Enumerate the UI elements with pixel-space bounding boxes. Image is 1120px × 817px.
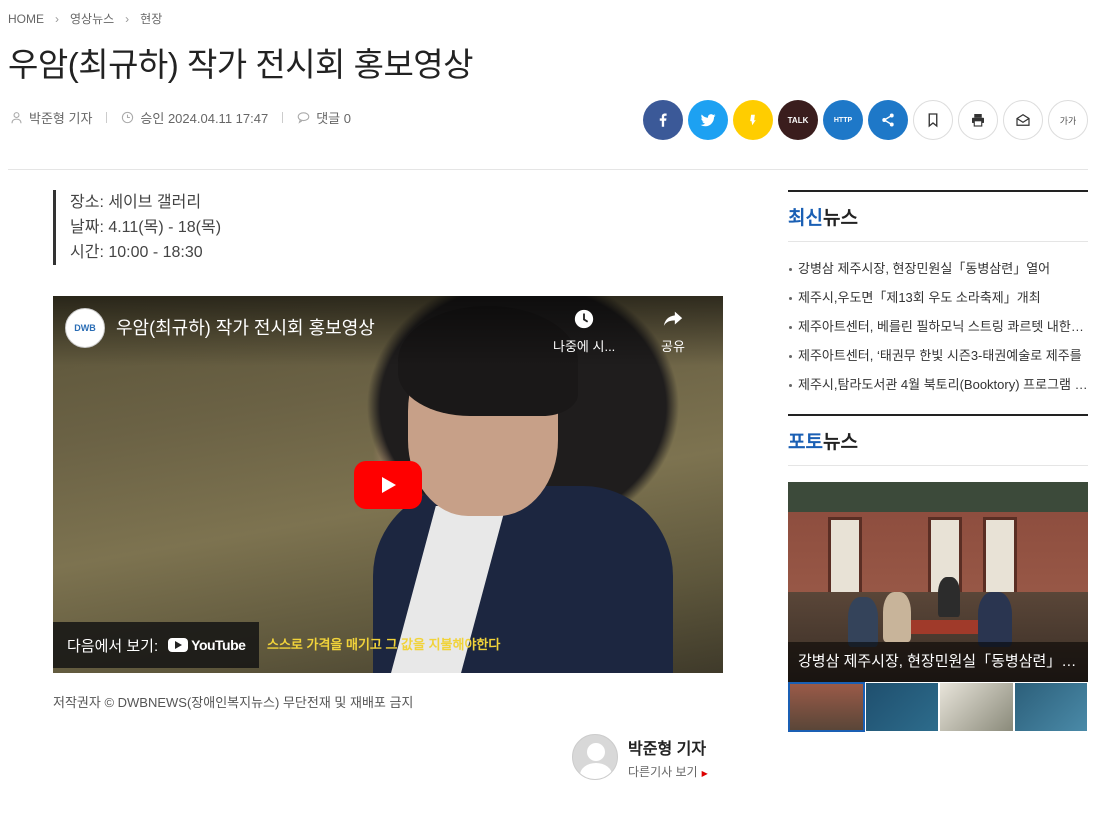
list-item[interactable]: 강병삼 제주시장, 현장민원실「동병삼련」열어: [788, 254, 1088, 283]
photo-thumbnails: [788, 682, 1088, 732]
watch-on-youtube-button[interactable]: 다음에서 보기: YouTube: [53, 622, 260, 668]
print-button[interactable]: [958, 100, 998, 140]
author-meta: 박준형 기자: [10, 108, 92, 127]
youtube-play-icon: [168, 638, 189, 652]
info-time: 시간: 10:00 - 18:30: [70, 244, 203, 261]
mail-icon: [1016, 114, 1030, 126]
latest-news-list: 강병삼 제주시장, 현장민원실「동병삼련」열어 제주시,우도면「제13회 우도 …: [788, 242, 1088, 399]
info-date: 날짜: 4.11(목) - 18(목): [70, 219, 222, 236]
photo-figure: [938, 577, 960, 617]
comment-meta[interactable]: 댓글 0: [297, 108, 351, 127]
reporter-more-label: 다른기사 보기: [628, 764, 698, 779]
list-item[interactable]: 제주아트센터, 베를린 필하모닉 스트링 콰르텟 내한공연: [788, 312, 1088, 341]
video-share-button[interactable]: 공유: [661, 308, 685, 355]
page-title: 우암(최규하) 작가 전시회 홍보영상: [8, 46, 474, 83]
share-arrow-icon: [663, 311, 683, 326]
photo-news-heading-rest: 뉴스: [822, 432, 858, 453]
video-share-label: 공유: [661, 339, 685, 354]
reporter-box: 박준형 기자 다른기사 보기 ▶: [572, 734, 708, 780]
latest-news-section: 최신 뉴스 강병삼 제주시장, 현장민원실「동병삼련」열어 제주시,우도면「제13…: [788, 190, 1088, 399]
latest-news-heading-rest: 뉴스: [822, 208, 858, 229]
photo-figure: [883, 592, 911, 642]
font-size-button[interactable]: 가가: [1048, 100, 1088, 140]
photo-roof: [788, 482, 1088, 512]
photo-thumbnail[interactable]: [1013, 682, 1088, 732]
watch-on-label: 다음에서 보기:: [67, 637, 159, 655]
photo-thumbnail[interactable]: [864, 682, 939, 732]
photo-news-heading: 포토 뉴스: [788, 414, 1088, 466]
kakaostory-share-button[interactable]: [733, 100, 773, 140]
caret-right-icon: ▶: [701, 768, 708, 778]
event-info: 장소: 세이브 갤러리 날짜: 4.11(목) - 18(목) 시간: 10:0…: [53, 190, 221, 265]
photo-news-section: 포토 뉴스: [788, 414, 1088, 466]
share-icon: [882, 113, 894, 127]
reporter-more-link[interactable]: 다른기사 보기 ▶: [628, 763, 708, 780]
breadcrumb-section[interactable]: 영상뉴스: [70, 10, 114, 27]
email-button[interactable]: [1003, 100, 1043, 140]
chevron-right-icon: ›: [55, 11, 59, 26]
user-icon: [11, 112, 22, 124]
info-location: 장소: 세이브 갤러리: [70, 194, 202, 211]
approved-date: 승인 2024.04.11 17:47: [140, 111, 269, 126]
youtube-logo: YouTube: [168, 637, 246, 653]
facebook-icon: [659, 113, 667, 127]
latest-news-heading: 최신 뉴스: [788, 190, 1088, 242]
comment-count: 댓글 0: [316, 111, 351, 126]
video-subtitle: 스스로 가격을 매기고 그 값을 지불해야한다: [267, 637, 501, 652]
video-title[interactable]: 우암(최규하) 작가 전시회 홍보영상: [116, 314, 375, 340]
author-name: 박준형 기자: [29, 111, 93, 126]
bookmark-icon: [928, 113, 938, 128]
kakaotalk-icon: TALK: [787, 115, 809, 125]
kakaostory-icon: [750, 114, 756, 126]
photo-thumbnail[interactable]: [788, 682, 865, 732]
watch-later-label: 나중에 시...: [553, 339, 616, 354]
clock-icon: [574, 309, 594, 329]
youtube-wordmark: YouTube: [191, 637, 246, 653]
printer-icon: [972, 114, 984, 127]
channel-logo[interactable]: DWB: [65, 308, 105, 348]
breadcrumb: HOME › 영상뉴스 › 현장: [8, 10, 162, 27]
photo-news-main[interactable]: 강병삼 제주시장, 현장민원실「동병삼련」열어: [788, 482, 1088, 682]
share-bar: TALK HTTP 가가: [643, 100, 1088, 140]
play-icon: [382, 477, 396, 493]
list-item[interactable]: 제주시,우도면「제13회 우도 소라축제」개최: [788, 283, 1088, 312]
list-item[interactable]: 제주시,탐라도서관 4월 북토리(Booktory) 프로그램 운영: [788, 370, 1088, 399]
latest-news-heading-accent: 최신: [788, 208, 823, 229]
bookmark-button[interactable]: [913, 100, 953, 140]
facebook-share-button[interactable]: [643, 100, 683, 140]
youtube-video-player[interactable]: DWB 우암(최규하) 작가 전시회 홍보영상 나중에 시... 공유 스스로 …: [53, 296, 723, 673]
play-button[interactable]: [354, 461, 422, 509]
comment-icon: [297, 112, 310, 124]
font-size-icon: 가가: [1059, 115, 1077, 126]
http-icon: HTTP: [833, 116, 853, 124]
breadcrumb-subsection[interactable]: 현장: [140, 10, 162, 27]
photo-news-caption: 강병삼 제주시장, 현장민원실「동병삼련」열어: [788, 642, 1088, 682]
twitter-icon: [700, 114, 716, 127]
copyright-notice: 저작권자 © DWBNEWS(장애인복지뉴스) 무단전재 및 재배포 금지: [53, 695, 414, 710]
breadcrumb-home[interactable]: HOME: [8, 12, 44, 26]
chevron-right-icon: ›: [125, 11, 130, 26]
meta-divider: [282, 112, 284, 123]
url-copy-button[interactable]: HTTP: [823, 100, 863, 140]
header-divider: [8, 169, 1088, 170]
photo-table: [908, 620, 978, 634]
avatar: [572, 734, 618, 780]
clock-icon: [122, 111, 134, 124]
list-item[interactable]: 제주아트센터, ‘태권무 한빛 시즌3-태권예술로 제주를: [788, 341, 1088, 370]
photo-thumbnail[interactable]: [939, 682, 1014, 732]
photo-door: [983, 517, 1017, 597]
photo-figure: [978, 592, 1012, 647]
photo-door: [828, 517, 862, 597]
twitter-share-button[interactable]: [688, 100, 728, 140]
meta-divider: [106, 112, 108, 123]
share-button[interactable]: [868, 100, 908, 140]
date-meta: 승인 2024.04.11 17:47: [121, 108, 268, 127]
watch-later-button[interactable]: 나중에 시...: [553, 308, 615, 355]
article-meta: 박준형 기자 승인 2024.04.11 17:47 댓글 0: [10, 108, 351, 127]
photo-news-heading-accent: 포토: [788, 432, 823, 453]
reporter-name: 박준형 기자: [628, 740, 707, 758]
photo-figure: [848, 597, 878, 647]
kakaotalk-share-button[interactable]: TALK: [778, 100, 818, 140]
